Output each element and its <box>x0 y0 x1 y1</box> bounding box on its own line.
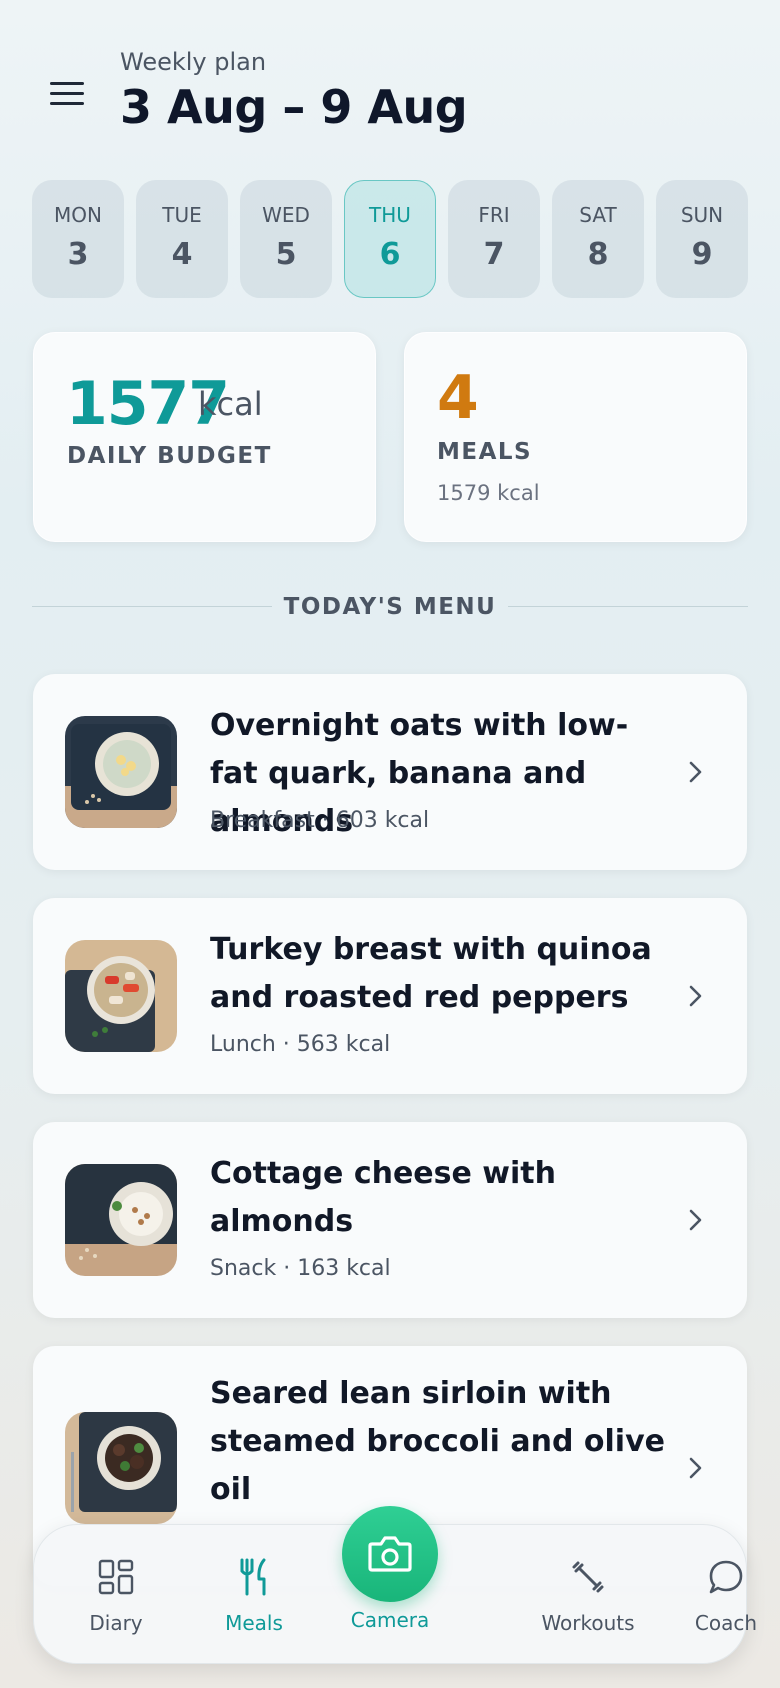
day-number: 4 <box>171 237 193 272</box>
meal-name: Cottage cheese with almonds <box>210 1156 556 1239</box>
day-number: 5 <box>275 237 297 272</box>
meal-subtitle: Lunch · 563 kcal <box>210 1032 391 1057</box>
day-sun[interactable]: SUN 9 <box>656 180 748 298</box>
day-name: MON <box>54 203 102 227</box>
meal-card-breakfast[interactable]: Overnight oats with low-fat quark, banan… <box>33 674 747 870</box>
nav-meals[interactable]: Meals <box>194 1557 314 1635</box>
camera-button[interactable] <box>342 1506 438 1602</box>
day-tue[interactable]: TUE 4 <box>136 180 228 298</box>
day-mon[interactable]: MON 3 <box>32 180 124 298</box>
chevron-right-icon <box>689 761 702 783</box>
meal-card-lunch[interactable]: Turkey breast with quinoa and roasted re… <box>33 898 747 1094</box>
day-number: 9 <box>691 237 713 272</box>
meal-thumbnail <box>65 1164 177 1276</box>
meal-subtitle: Breakfast · 603 kcal <box>210 808 430 833</box>
page-subtitle: Weekly plan <box>120 48 267 76</box>
day-number: 6 <box>379 237 401 272</box>
section-header: TODAY'S MENU <box>32 592 748 622</box>
nav-workouts[interactable]: Workouts <box>528 1557 648 1635</box>
day-number: 3 <box>67 237 89 272</box>
meals-card: 4 MEALS 1579 kcal <box>404 332 747 542</box>
daily-budget-card: 1577 kcal DAILY BUDGET <box>33 332 376 542</box>
meal-thumbnail <box>65 940 177 1052</box>
nav-label: Diary <box>89 1611 143 1635</box>
dumbbell-icon <box>572 1561 604 1593</box>
budget-unit: kcal <box>198 385 263 423</box>
day-number: 8 <box>587 237 609 272</box>
meal-subtitle: Snack · 163 kcal <box>210 1256 391 1281</box>
meal-thumbnail <box>65 1412 177 1524</box>
camera-icon <box>368 1536 412 1572</box>
chat-bubble-icon <box>709 1560 743 1594</box>
meal-card-snack[interactable]: Cottage cheese with almonds Snack · 163 … <box>33 1122 747 1318</box>
chevron-right-icon <box>689 1457 702 1479</box>
grid-icon <box>98 1559 134 1595</box>
header: Weekly plan 3 Aug – 9 Aug <box>0 0 780 160</box>
meals-count: 4 <box>437 363 479 433</box>
fork-knife-icon <box>240 1558 266 1596</box>
day-fri[interactable]: FRI 7 <box>448 180 540 298</box>
menu-icon[interactable] <box>48 78 88 108</box>
chevron-right-icon <box>689 985 702 1007</box>
meal-thumbnail <box>65 716 177 828</box>
nav-label: Meals <box>225 1611 283 1635</box>
nav-label: Workouts <box>541 1611 635 1635</box>
day-name: FRI <box>478 203 510 227</box>
meals-label: MEALS <box>437 439 533 465</box>
day-selector: MON 3 TUE 4 WED 5 THU 6 FRI 7 SAT 8 SUN 9 <box>32 180 748 298</box>
nav-label: Coach <box>694 1611 758 1635</box>
meal-name: Turkey breast with quinoa and roasted re… <box>210 932 652 1015</box>
day-name: WED <box>262 203 310 227</box>
camera-label: Camera <box>350 1608 430 1632</box>
nav-diary[interactable]: Diary <box>56 1557 176 1635</box>
meal-name: Seared lean sirloin with steamed broccol… <box>210 1376 665 1507</box>
nav-coach[interactable]: Coach <box>666 1557 780 1635</box>
day-sat[interactable]: SAT 8 <box>552 180 644 298</box>
section-title: TODAY'S MENU <box>283 594 497 620</box>
day-name: TUE <box>162 203 202 227</box>
chevron-right-icon <box>689 1209 702 1231</box>
divider <box>508 606 748 607</box>
day-number: 7 <box>483 237 505 272</box>
meals-kcal: 1579 kcal <box>437 481 540 505</box>
day-name: THU <box>369 203 411 227</box>
budget-label: DAILY BUDGET <box>67 443 272 469</box>
page-title: 3 Aug – 9 Aug <box>120 80 468 134</box>
day-name: SUN <box>680 203 724 227</box>
day-wed[interactable]: WED 5 <box>240 180 332 298</box>
day-name: SAT <box>579 203 617 227</box>
day-thu[interactable]: THU 6 <box>344 180 436 298</box>
